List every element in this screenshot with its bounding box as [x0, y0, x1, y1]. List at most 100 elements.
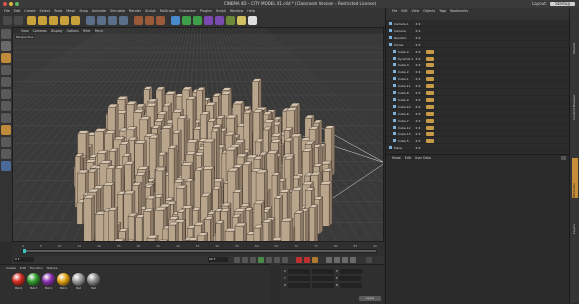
tab-content-browser[interactable]: Content Browser [572, 60, 578, 120]
material-tag-icon[interactable] [426, 105, 434, 109]
visibility-dots-icon[interactable] [415, 146, 421, 150]
position-x-field[interactable] [288, 269, 310, 274]
recent-tool-icon[interactable] [71, 16, 80, 25]
object-row[interactable]: Cube.10 [386, 104, 570, 110]
object-row[interactable]: Cube.3 [386, 62, 570, 68]
nurbs-icon[interactable] [193, 16, 202, 25]
material-tag-icon[interactable] [426, 77, 434, 81]
menu-item[interactable]: Create [24, 8, 35, 15]
material-tag-icon[interactable] [426, 132, 434, 136]
timeline[interactable]: 0 5 10 15 20 25 30 35 40 45 50 55 60 65 … [12, 242, 384, 256]
object-menu-tags[interactable]: Tags [439, 8, 446, 14]
texture-mode-icon[interactable] [1, 65, 11, 75]
material-tag-icon[interactable] [426, 70, 434, 74]
menu-item[interactable]: File [4, 8, 10, 15]
model-mode-icon[interactable] [1, 41, 11, 51]
perspective-viewport[interactable]: View Cameras Display Options Filter Pane… [12, 27, 384, 242]
attribute-menu-mode[interactable]: Mode [392, 155, 401, 162]
attribute-menu-edit[interactable]: Edit [405, 155, 411, 162]
object-menu-bookmarks[interactable]: Bookmarks [450, 8, 468, 14]
material-tag-icon[interactable] [426, 119, 434, 123]
visibility-dots-icon[interactable] [415, 50, 421, 54]
object-menu-objects[interactable]: Objects [423, 8, 435, 14]
next-frame-icon[interactable] [266, 257, 272, 263]
redo-icon[interactable] [14, 16, 23, 25]
object-menu-file[interactable]: File [392, 8, 397, 14]
material-swatch[interactable] [12, 273, 25, 286]
visibility-dots-icon[interactable] [415, 126, 421, 130]
menu-item[interactable]: Help [247, 8, 255, 15]
object-row[interactable]: Pyramid.1 [386, 56, 570, 62]
menu-item[interactable]: Animate [92, 8, 106, 15]
parameter-key-icon[interactable] [350, 257, 356, 263]
material-menu-edit[interactable]: Edit [20, 265, 26, 271]
edges-mode-icon[interactable] [1, 101, 11, 111]
tab-objects[interactable]: Objects [572, 14, 578, 54]
object-row[interactable]: Cube.4 [386, 49, 570, 55]
coordinate-system-icon[interactable] [119, 16, 128, 25]
visibility-dots-icon[interactable] [415, 70, 421, 74]
object-row[interactable]: Plane [386, 145, 570, 151]
visibility-dots-icon[interactable] [415, 98, 421, 102]
visibility-dots-icon[interactable] [415, 57, 421, 61]
rotation-key-icon[interactable] [342, 257, 348, 263]
current-frame-field[interactable]: 0 F [14, 257, 34, 262]
material-swatch[interactable] [72, 273, 85, 286]
material-tag-icon[interactable] [426, 126, 434, 130]
back-arrow-icon[interactable] [561, 156, 566, 160]
object-row[interactable]: Cube.11 [386, 83, 570, 89]
object-row[interactable]: Cube.12 [386, 125, 570, 131]
timeline-options-icon[interactable] [366, 257, 372, 263]
visibility-dots-icon[interactable] [415, 119, 421, 123]
material-tag-icon[interactable] [426, 57, 434, 61]
visibility-dots-icon[interactable] [415, 84, 421, 88]
render-picture-viewer-icon[interactable] [145, 16, 154, 25]
window-controls[interactable] [3, 2, 19, 6]
visibility-dots-icon[interactable] [415, 22, 421, 26]
menu-item[interactable]: Tools [54, 8, 62, 15]
object-row[interactable]: Cube.13 [386, 131, 570, 137]
material-swatch[interactable] [42, 273, 55, 286]
menu-item[interactable]: Simulate [110, 8, 125, 15]
object-row[interactable]: Cube.8 [386, 90, 570, 96]
object-row[interactable]: Cloner [386, 42, 570, 48]
visibility-dots-icon[interactable] [415, 43, 421, 47]
minimize-icon[interactable] [9, 2, 13, 6]
position-key-icon[interactable] [326, 257, 332, 263]
menu-item[interactable]: Sculpt [145, 8, 156, 15]
visibility-dots-icon[interactable] [415, 112, 421, 116]
rotation-p-field[interactable] [339, 276, 361, 281]
object-row[interactable]: Camera [386, 28, 570, 34]
material-swatch[interactable] [57, 273, 70, 286]
deformer-icon[interactable] [215, 16, 224, 25]
object-menu-edit[interactable]: Edit [401, 8, 407, 14]
size-y-field[interactable] [312, 276, 334, 281]
object-row[interactable]: Cube.2 [386, 69, 570, 75]
menu-item[interactable]: Plugins [200, 8, 212, 15]
visibility-dots-icon[interactable] [415, 132, 421, 136]
menu-item[interactable]: Script [216, 8, 226, 15]
polygons-mode-icon[interactable] [1, 113, 11, 123]
scale-key-icon[interactable] [334, 257, 340, 263]
rotate-icon[interactable] [60, 16, 69, 25]
rotation-h-field[interactable] [340, 269, 362, 274]
scale-icon[interactable] [49, 16, 58, 25]
visibility-dots-icon[interactable] [415, 91, 421, 95]
menu-item[interactable]: Snap [79, 8, 88, 15]
layout-selector[interactable]: Layout: Startup [532, 1, 575, 6]
camera-icon[interactable] [237, 16, 246, 25]
array-icon[interactable] [204, 16, 213, 25]
move-icon[interactable] [38, 16, 47, 25]
menu-item[interactable]: Render [129, 8, 141, 15]
menu-item[interactable]: Mesh [66, 8, 75, 15]
menu-item[interactable]: Character [179, 8, 196, 15]
previous-frame-icon[interactable] [250, 257, 256, 263]
y-axis-icon[interactable] [97, 16, 106, 25]
layout-dropdown[interactable]: Startup [550, 2, 575, 6]
tab-layers[interactable]: Layers [572, 204, 578, 234]
points-mode-icon[interactable] [1, 89, 11, 99]
object-row[interactable]: Random [386, 35, 570, 41]
enable-axis-icon[interactable] [1, 125, 11, 135]
object-row[interactable]: Cube.9 [386, 97, 570, 103]
object-row[interactable]: Cube.5 [386, 138, 570, 144]
